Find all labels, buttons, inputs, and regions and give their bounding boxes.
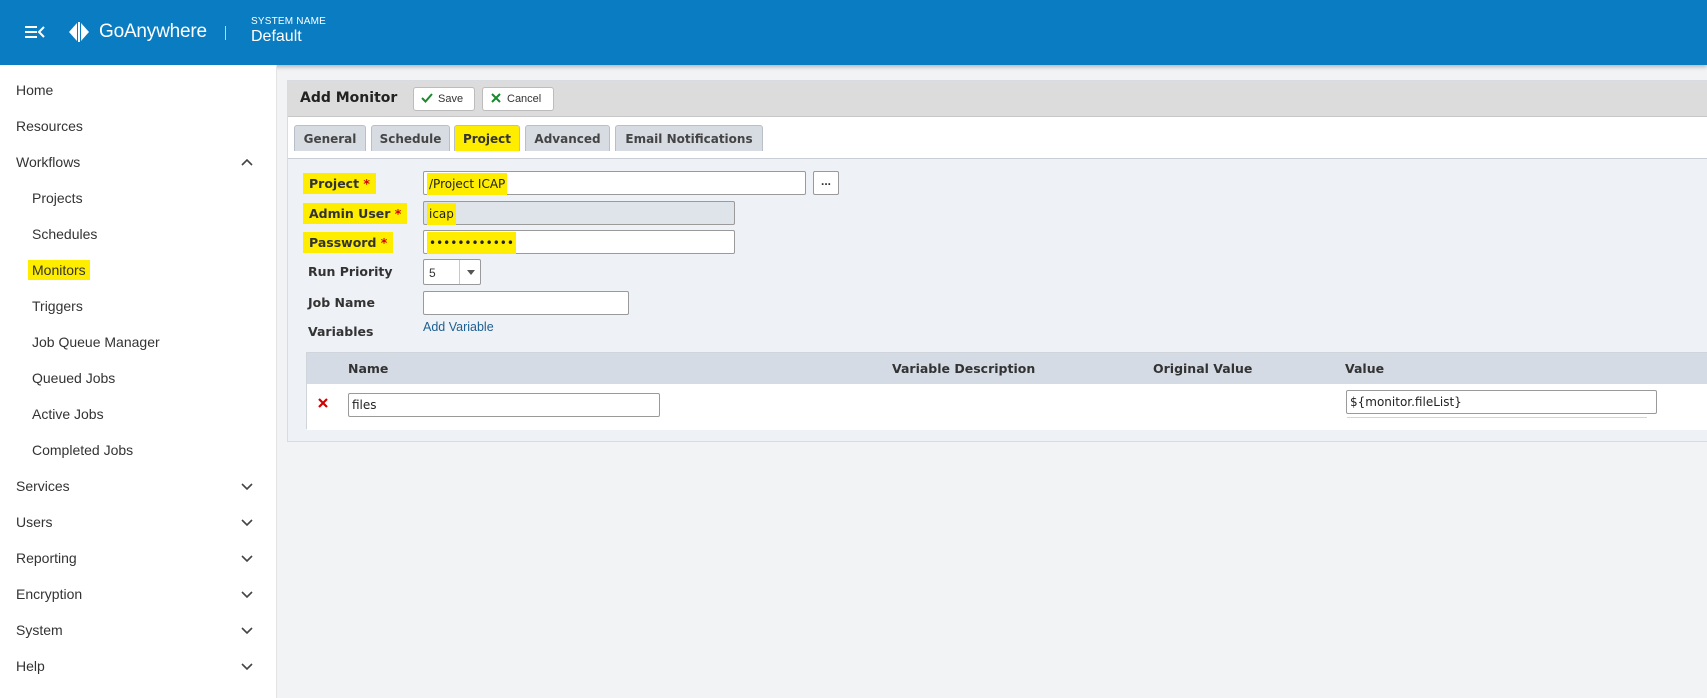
- chevron-down-icon: [241, 483, 253, 491]
- caret-down-icon: [467, 270, 475, 275]
- sidebar-item-label: System: [16, 622, 63, 638]
- sidebar-item-resources[interactable]: Resources: [0, 111, 277, 141]
- sidebar-item-workflows[interactable]: Workflows: [0, 147, 277, 177]
- sidebar-item-label: Schedules: [32, 226, 98, 242]
- page-titlebar: Add Monitor Save Cancel: [288, 81, 1707, 117]
- password-field-value: ••••••••••••: [427, 232, 516, 254]
- browse-project-button[interactable]: ...: [813, 171, 839, 195]
- run-priority-select[interactable]: 5: [423, 259, 481, 285]
- password-label-text: Password: [309, 235, 377, 250]
- sidebar-item-label: Queued Jobs: [32, 370, 116, 386]
- variables-label: Variables: [308, 324, 374, 339]
- tab-email-notifications[interactable]: Email Notifications: [615, 125, 763, 151]
- job-name-field[interactable]: [423, 291, 629, 315]
- checkmark-icon: [421, 93, 433, 103]
- page-title: Add Monitor: [300, 90, 398, 106]
- sidebar-nav: Home Resources Workflows Projects Schedu…: [0, 65, 277, 698]
- sidebar-item-label: Services: [16, 478, 70, 494]
- brand-name: GoAnywhere: [99, 21, 207, 42]
- row-divider: [1347, 417, 1647, 418]
- tab-schedule[interactable]: Schedule: [371, 125, 450, 151]
- admin-user-label-text: Admin User: [309, 206, 391, 221]
- header-divider: [225, 26, 226, 40]
- sidebar-item-label: Users: [16, 514, 53, 530]
- sidebar-item-label: Monitors: [28, 260, 90, 280]
- system-name-value: Default: [251, 28, 302, 45]
- sidebar-item-label: Encryption: [16, 586, 83, 602]
- chevron-down-icon: [241, 627, 253, 635]
- sidebar-item-projects[interactable]: Projects: [0, 183, 277, 213]
- project-field[interactable]: /Project ICAP: [423, 171, 806, 195]
- sidebar-item-schedules[interactable]: Schedules: [0, 219, 277, 249]
- sidebar-item-label: Job Queue Manager: [32, 334, 160, 350]
- password-field[interactable]: ••••••••••••: [423, 230, 735, 254]
- sidebar-item-job-queue-manager[interactable]: Job Queue Manager: [0, 327, 277, 357]
- goanywhere-logo-icon: [69, 22, 89, 42]
- project-field-value: /Project ICAP: [427, 173, 508, 195]
- required-marker: *: [363, 176, 370, 191]
- run-priority-label: Run Priority: [308, 264, 393, 279]
- job-name-label: Job Name: [308, 295, 375, 310]
- required-marker: *: [380, 235, 388, 250]
- save-button-label: Save: [438, 93, 464, 105]
- sidebar-item-label: Help: [16, 658, 45, 674]
- admin-user-field-value: icap: [427, 203, 456, 225]
- chevron-down-icon: [241, 555, 253, 563]
- column-header-value: Value: [1345, 361, 1385, 376]
- chevron-down-icon: [241, 519, 253, 527]
- tab-advanced[interactable]: Advanced: [525, 125, 610, 151]
- sidebar-item-users[interactable]: Users: [0, 507, 277, 537]
- project-label-text: Project: [309, 176, 360, 191]
- sidebar-item-triggers[interactable]: Triggers: [0, 291, 277, 321]
- delete-row-icon[interactable]: [317, 397, 329, 409]
- sidebar-item-label: Resources: [16, 118, 83, 134]
- variables-table-header: Name Variable Description Original Value…: [307, 353, 1707, 384]
- cancel-button[interactable]: Cancel: [482, 87, 554, 111]
- sidebar-item-completed-jobs[interactable]: Completed Jobs: [0, 435, 277, 465]
- sidebar-item-monitors[interactable]: Monitors: [0, 255, 277, 285]
- admin-user-field[interactable]: icap: [423, 201, 735, 225]
- sidebar-item-label: Triggers: [32, 298, 83, 314]
- column-header-original-value: Original Value: [1153, 361, 1253, 376]
- required-marker: *: [394, 206, 402, 221]
- app-header: GoAnywhere SYSTEM NAME Default: [0, 0, 1707, 65]
- tab-general[interactable]: General: [294, 125, 366, 151]
- sidebar-item-home[interactable]: Home: [0, 75, 277, 105]
- sidebar-item-label: Completed Jobs: [32, 442, 134, 458]
- sidebar-item-label: Workflows: [16, 154, 81, 170]
- tab-project[interactable]: Project: [454, 125, 520, 151]
- variable-name-field[interactable]: files: [348, 393, 660, 417]
- run-priority-value: 5: [429, 266, 436, 280]
- menu-collapse-icon[interactable]: [24, 22, 46, 42]
- sidebar-item-active-jobs[interactable]: Active Jobs: [0, 399, 277, 429]
- variables-table: Name Variable Description Original Value…: [306, 352, 1707, 430]
- cancel-button-label: Cancel: [507, 93, 542, 105]
- variable-value-field[interactable]: ${monitor.fileList}: [1346, 390, 1657, 414]
- sidebar-item-label: Reporting: [16, 550, 77, 566]
- sidebar-item-system[interactable]: System: [0, 615, 277, 645]
- close-icon: [491, 93, 501, 103]
- admin-user-label: Admin User *: [303, 203, 408, 224]
- table-row: files ${monitor.fileList}: [307, 384, 1707, 430]
- chevron-down-icon: [241, 663, 253, 671]
- column-header-variable-description: Variable Description: [892, 361, 1036, 376]
- sidebar-item-services[interactable]: Services: [0, 471, 277, 501]
- system-name-label: SYSTEM NAME: [251, 16, 326, 27]
- chevron-up-icon: [241, 158, 253, 166]
- sidebar-item-label: Active Jobs: [32, 406, 104, 422]
- sidebar-item-label: Projects: [32, 190, 83, 206]
- add-variable-link[interactable]: Add Variable: [423, 320, 494, 334]
- chevron-down-icon: [241, 591, 253, 599]
- sidebar-item-help[interactable]: Help: [0, 651, 277, 681]
- password-label: Password *: [303, 232, 394, 253]
- tab-bar: General Schedule Project Advanced Email …: [288, 117, 1707, 159]
- sidebar-item-queued-jobs[interactable]: Queued Jobs: [0, 363, 277, 393]
- column-header-name: Name: [348, 361, 389, 376]
- select-separator: [459, 260, 460, 284]
- sidebar-item-reporting[interactable]: Reporting: [0, 543, 277, 573]
- project-label: Project *: [303, 173, 376, 194]
- save-button[interactable]: Save: [413, 87, 475, 111]
- sidebar-item-encryption[interactable]: Encryption: [0, 579, 277, 609]
- sidebar-item-label: Home: [16, 82, 54, 98]
